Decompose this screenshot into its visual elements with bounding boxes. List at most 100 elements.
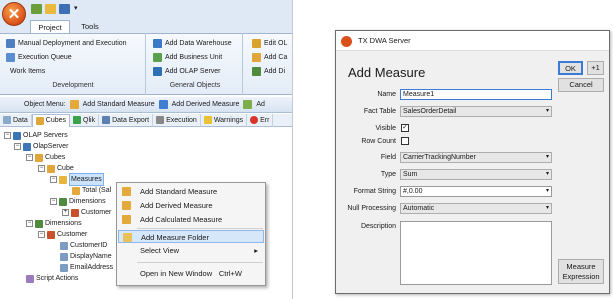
fact-table-select[interactable]: SalesOrderDetail ▾ <box>400 106 552 117</box>
tab-cubes[interactable]: Cubes <box>31 113 71 127</box>
description-textarea[interactable] <box>400 221 552 285</box>
expand-toggle[interactable]: + <box>62 209 69 216</box>
cancel-button[interactable]: Cancel <box>558 78 604 92</box>
tree-node-customer-inner[interactable]: + Customer <box>62 207 111 218</box>
tree-node-measures[interactable]: − Measures <box>50 173 104 186</box>
folder-icon <box>123 233 132 242</box>
tab-data-export[interactable]: Data Export <box>99 113 154 127</box>
description-label: Description <box>360 223 396 230</box>
collapse-toggle[interactable]: − <box>38 165 45 172</box>
format-string-combo[interactable]: #,0.00 ▾ <box>400 186 552 197</box>
collapse-toggle[interactable]: − <box>26 220 33 227</box>
tree-node-total[interactable]: Total (Sal <box>72 185 111 196</box>
measures-icon <box>59 175 67 184</box>
menu-open-new-window[interactable]: Open in New Window Ctrl+W <box>118 267 264 280</box>
ok-button[interactable]: OK <box>558 61 583 75</box>
dropdown-arrow-icon: ▾ <box>545 154 549 160</box>
edit-olap-button[interactable]: Edit OL <box>252 37 287 50</box>
field-label: Field <box>380 154 396 161</box>
add-olap-server-button[interactable]: Add OLAP Server <box>153 65 221 78</box>
add-data-warehouse-button[interactable]: Add Data Warehouse <box>153 37 232 50</box>
work-items-button[interactable]: Work Items <box>10 65 45 78</box>
tab-tools[interactable]: Tools <box>72 20 108 33</box>
menu-add-measure-folder[interactable]: Add Measure Folder <box>118 230 264 243</box>
data-icon <box>3 116 11 124</box>
ribbon-group-development: Manual Deployment and Execution Executio… <box>0 33 146 95</box>
row-count-checkbox[interactable] <box>401 137 409 145</box>
collapse-toggle[interactable]: − <box>50 176 57 183</box>
tree-node-olap-servers[interactable]: − OLAP Servers <box>4 130 68 141</box>
attribute-icon <box>60 252 68 261</box>
field-select[interactable]: CarrierTrackingNumber ▾ <box>400 152 552 163</box>
business-unit-icon <box>153 53 162 62</box>
manual-deployment-button[interactable]: Manual Deployment and Execution <box>6 37 127 50</box>
row-count-label: Row Count <box>361 138 396 145</box>
collapse-toggle[interactable]: − <box>14 143 21 150</box>
add-cube-button[interactable]: Add Ca <box>252 51 287 64</box>
add-dimension-button[interactable]: Add Di <box>252 65 285 78</box>
menu-shortcut: Ctrl+W <box>218 269 242 278</box>
edit-icon <box>252 39 261 48</box>
null-processing-select[interactable]: Automatic ▾ <box>400 203 552 214</box>
attribute-icon <box>60 241 68 250</box>
visible-label: Visible <box>375 125 397 132</box>
menu-select-view[interactable]: Select View ▸ <box>118 244 264 257</box>
olap-servers-icon <box>13 131 21 140</box>
error-icon <box>250 116 259 124</box>
tree-node-dimensions[interactable]: − Dimensions <box>26 218 82 229</box>
tab-errors[interactable]: Err <box>247 113 274 127</box>
add-business-unit-button[interactable]: Add Business Unit <box>153 51 222 64</box>
tab-warnings[interactable]: Warnings <box>201 113 248 127</box>
app-menu-orb[interactable]: ✕ <box>2 2 26 26</box>
tree-node-olapserver[interactable]: − OlapServer <box>14 141 68 152</box>
collapse-toggle[interactable]: − <box>4 132 11 139</box>
qlik-icon <box>73 116 82 124</box>
add-standard-measure-toolbar[interactable]: Add Standard Measure <box>83 101 155 108</box>
tree-node-script-actions[interactable]: Script Actions <box>26 273 78 284</box>
tab-project[interactable]: Project <box>30 20 70 33</box>
tree-node-cubes[interactable]: − Cubes <box>26 152 65 163</box>
tree-node-customer-id[interactable]: CustomerID <box>60 240 107 251</box>
collapse-toggle[interactable]: − <box>50 198 57 205</box>
tree-node-email[interactable]: EmailAddress <box>60 262 113 273</box>
object-menu-bar: Object Menu: Add Standard Measure Add De… <box>0 97 292 113</box>
menu-add-calculated-measure[interactable]: Add Calculated Measure <box>118 213 264 226</box>
add-derived-measure-toolbar[interactable]: Add Derived Measure <box>172 101 240 108</box>
tree-node-dimensions-inner[interactable]: − Dimensions <box>50 196 106 207</box>
object-menu-label: Object Menu: <box>24 101 66 108</box>
tree-node-display-name[interactable]: DisplayName <box>60 251 112 262</box>
add-measure-dialog: TX DWA Server Add Measure OK +1 Cancel N… <box>335 30 610 294</box>
collapse-toggle[interactable]: − <box>26 154 33 161</box>
cubes-folder-icon <box>35 153 43 162</box>
olap-server-icon <box>153 67 162 76</box>
measure-expression-button[interactable]: Measure Expression <box>558 259 604 284</box>
collapse-toggle[interactable]: − <box>38 231 45 238</box>
type-select[interactable]: Sum ▾ <box>400 169 552 180</box>
menu-add-derived-measure[interactable]: Add Derived Measure <box>118 199 264 212</box>
database-icon <box>153 39 162 48</box>
menu-add-standard-measure[interactable]: Add Standard Measure <box>118 185 264 198</box>
save-icon[interactable] <box>59 4 70 14</box>
open-folder-icon[interactable] <box>45 4 56 14</box>
tab-execution[interactable]: Execution <box>153 113 201 127</box>
plus-one-button[interactable]: +1 <box>587 61 604 75</box>
menu-separator <box>137 228 263 229</box>
cube-icon <box>47 164 55 173</box>
title-bar <box>0 0 292 20</box>
qat-dropdown-icon[interactable]: ▾ <box>74 4 78 12</box>
panel-divider <box>292 0 293 299</box>
group-label-development: Development <box>52 82 94 89</box>
queue-icon <box>6 53 15 62</box>
name-input[interactable]: Measure1 <box>400 89 552 100</box>
tab-qlik[interactable]: Qlik <box>70 113 100 127</box>
visible-checkbox[interactable]: ✓ <box>401 124 409 132</box>
quick-access-icon[interactable] <box>31 4 42 14</box>
submenu-arrow-icon: ▸ <box>254 246 258 255</box>
standard-measure-icon <box>69 100 79 109</box>
execution-queue-button[interactable]: Execution Queue <box>6 51 72 64</box>
tree-node-customer[interactable]: − Customer <box>38 229 87 240</box>
format-string-label: Format String <box>353 188 396 195</box>
script-icon <box>26 274 34 283</box>
add-more-toolbar[interactable]: Ad <box>256 101 265 108</box>
tab-data[interactable]: Data <box>0 113 32 127</box>
